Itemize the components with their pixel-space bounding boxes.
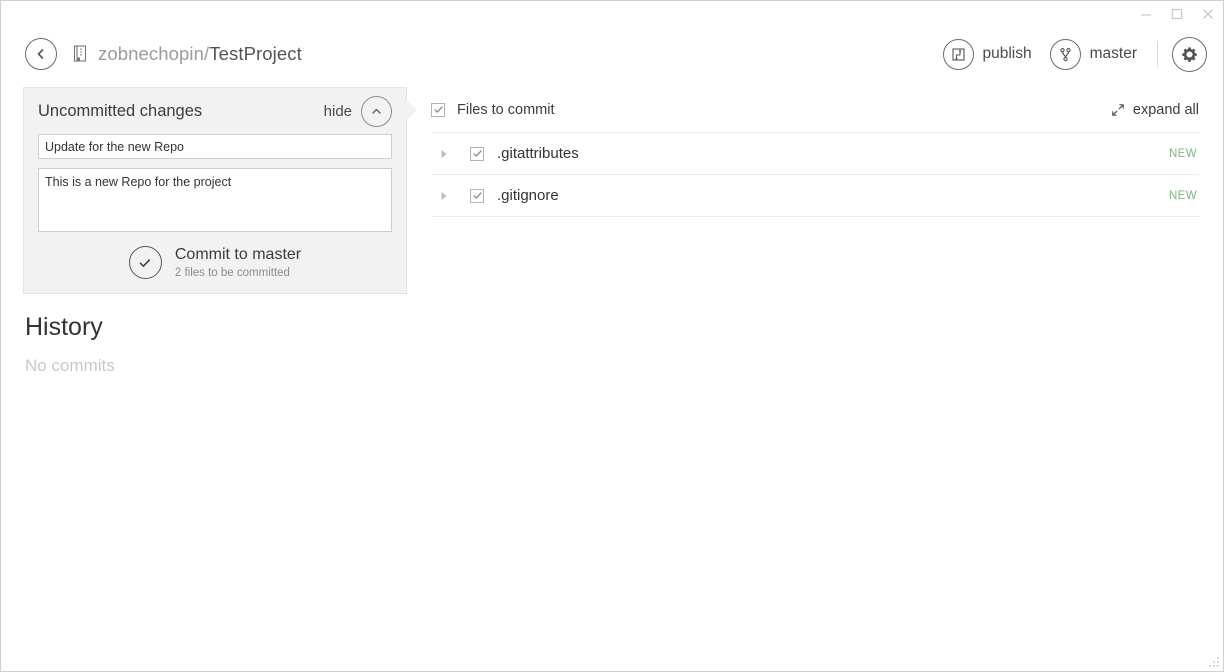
file-checkbox[interactable] [470, 188, 484, 203]
branch-label: master [1089, 45, 1137, 62]
hide-toggle-button[interactable] [361, 95, 392, 127]
hide-label[interactable]: hide [324, 103, 352, 120]
commit-button[interactable]: Commit to master 2 files to be committed [38, 246, 392, 279]
checkmark-icon [433, 106, 443, 113]
minimize-button[interactable] [1130, 1, 1161, 27]
expand-diagonal-icon [1112, 103, 1124, 116]
publish-icon [951, 47, 965, 61]
branch-button[interactable]: master [1049, 38, 1137, 70]
publish-label: publish [982, 45, 1032, 62]
app-window: zobnechopin/TestProject publish master U… [0, 0, 1224, 672]
resize-grip[interactable] [1206, 654, 1220, 668]
uncommitted-header: Uncommitted changes hide [38, 88, 392, 134]
left-column: Uncommitted changes hide Commit to m [23, 87, 417, 376]
settings-button[interactable] [1172, 36, 1207, 72]
checkmark-icon [472, 192, 482, 199]
panel-pointer [406, 99, 417, 121]
app-header: zobnechopin/TestProject publish master [1, 27, 1223, 81]
publish-button[interactable]: publish [942, 38, 1032, 70]
repo-project: TestProject [209, 43, 302, 64]
commit-button-text: Commit to master 2 files to be committed [175, 246, 301, 279]
back-button[interactable] [25, 38, 57, 70]
chevron-up-icon [372, 108, 381, 114]
maximize-icon [1171, 8, 1182, 20]
branch-icon [1059, 47, 1071, 61]
history-section: History No commits [23, 312, 407, 376]
status-badge: NEW [1168, 189, 1197, 202]
repo-book-icon [72, 45, 88, 63]
history-title: History [25, 313, 103, 341]
close-button[interactable] [1192, 1, 1223, 27]
files-column: Files to commit expand all .gitattribute… [431, 87, 1199, 217]
uncommitted-title: Uncommitted changes [38, 101, 203, 120]
table-row[interactable]: .gitignore NEW [431, 174, 1199, 217]
maximize-button[interactable] [1161, 1, 1192, 27]
branch-icon-circle [1049, 38, 1081, 70]
repo-breadcrumb[interactable]: zobnechopin/TestProject [98, 43, 302, 65]
commit-button-label: Commit to master [174, 246, 302, 264]
repo-owner: zobnechopin/ [98, 43, 210, 64]
back-arrow-icon [37, 49, 44, 59]
table-row[interactable]: .gitattributes NEW [431, 132, 1199, 174]
close-icon [1202, 9, 1213, 19]
expand-all-button[interactable]: expand all [1111, 102, 1199, 118]
triangle-right-icon[interactable] [439, 191, 449, 201]
uncommitted-changes-panel: Uncommitted changes hide Commit to m [23, 87, 417, 294]
commit-button-sublabel: 2 files to be committed [174, 266, 290, 279]
select-all-checkbox[interactable] [431, 102, 445, 117]
title-bar [1, 1, 1223, 27]
file-checkbox[interactable] [470, 146, 484, 161]
gear-icon [1182, 46, 1197, 62]
minimize-icon [1140, 14, 1151, 16]
files-to-commit-header: Files to commit expand all [431, 87, 1199, 132]
history-empty-text: No commits [25, 356, 115, 376]
triangle-right-icon[interactable] [439, 149, 449, 159]
file-name: .gitattributes [497, 145, 579, 162]
files-to-commit-label: Files to commit [457, 101, 555, 118]
checkmark-icon [472, 150, 482, 157]
check-circle-icon [128, 246, 162, 279]
header-divider [1157, 41, 1158, 67]
publish-icon-circle [942, 38, 974, 70]
status-badge: NEW [1168, 147, 1197, 160]
commit-description-input[interactable] [38, 168, 392, 232]
file-name: .gitignore [497, 187, 559, 204]
expand-all-label: expand all [1132, 101, 1199, 118]
commit-summary-input[interactable] [38, 134, 392, 159]
